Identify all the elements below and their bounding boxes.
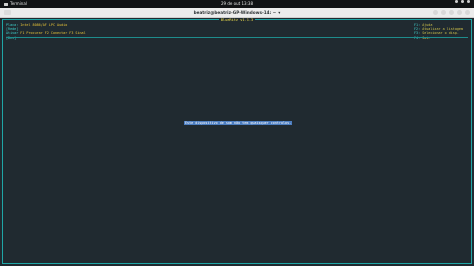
search-icon[interactable] <box>433 10 438 15</box>
network-icon[interactable] <box>455 0 458 3</box>
maximize-button[interactable] <box>457 10 462 15</box>
clock[interactable]: 29 de out 13:38 <box>0 0 474 8</box>
header-divider <box>6 37 468 38</box>
chevron-down-icon[interactable]: ▾ <box>278 10 280 15</box>
terminal-titlebar[interactable]: beatriz@beatriz-GP-Windows-14: ~ ▾ <box>0 8 474 18</box>
window-title-text: beatriz@beatriz-GP-Windows-14: ~ <box>193 10 277 15</box>
app-title: BlueRitz v1.1.3 <box>3 17 471 22</box>
info-value: Intel 8086/AF LPC Audio <box>20 23 68 27</box>
terminal-panel[interactable]: BlueRitz v1.1.3 Placa: Intel 8086/AF LPC… <box>2 17 472 264</box>
system-tray[interactable] <box>455 0 470 3</box>
close-button[interactable] <box>465 10 470 15</box>
status-message: Este dispositivo de som não tem quaisque… <box>184 121 293 126</box>
app-title-text: BlueRitz v1.1.3 <box>218 17 256 22</box>
window-title: beatriz@beatriz-GP-Windows-14: ~ ▾ <box>0 8 474 18</box>
power-icon[interactable] <box>467 0 470 3</box>
system-top-bar: Terminal 29 de out 13:38 <box>0 0 474 8</box>
minimize-button[interactable] <box>449 10 454 15</box>
info-value: F1 Procurar F2 Conectar F3 Sinal <box>20 31 86 36</box>
menu-icon[interactable] <box>441 10 446 15</box>
info-line: Ativar F1 Procurar F2 Conectar F3 Sinal <box>6 31 86 35</box>
volume-icon[interactable] <box>461 0 464 3</box>
